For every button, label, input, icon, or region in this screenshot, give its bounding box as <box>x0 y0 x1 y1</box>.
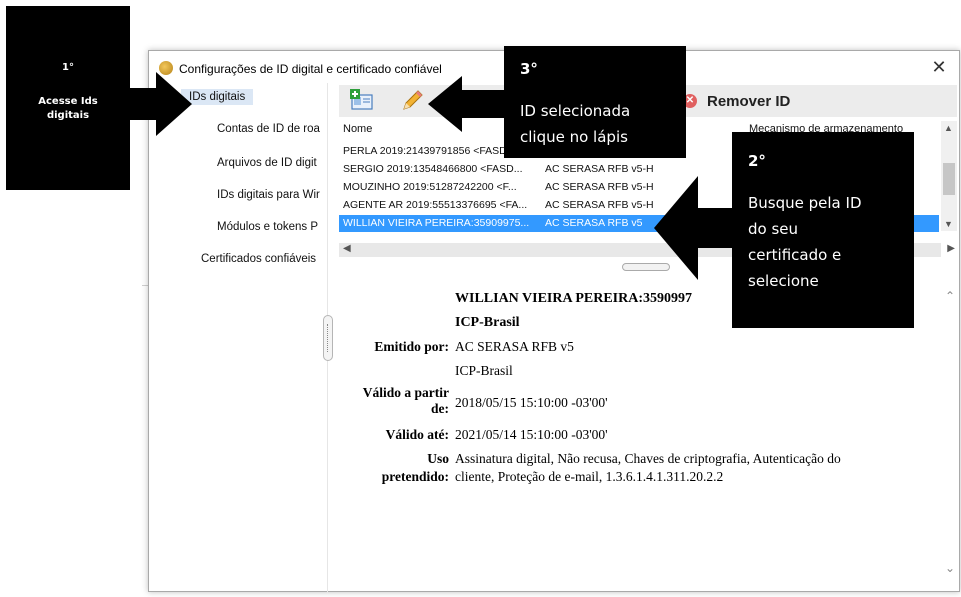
valid-to-label: Válido até: <box>385 427 449 442</box>
remove-id-label: Remover ID <box>707 92 791 110</box>
callout-step-1: 1° Acesse Ids digitais <box>6 6 130 190</box>
step-2-text-2: do seu <box>748 220 799 238</box>
valid-from-label-2: de: <box>431 401 449 416</box>
step-2-text-4: selecione <box>748 272 819 290</box>
step-1-text: Acesse Ids <box>38 96 98 107</box>
row-name: MOUZINHO 2019:51287242200 <F... <box>343 181 517 193</box>
step-2-text-3: certificado e <box>748 246 842 264</box>
usage-label: Uso <box>427 451 449 466</box>
step-3-text: ID selecionada <box>520 102 631 120</box>
nav-item-id-files[interactable]: Arquivos de ID digit <box>217 157 317 169</box>
step-2-text: Busque pela ID <box>748 194 862 212</box>
details-scroll-up-icon[interactable]: ⌃ <box>945 289 955 303</box>
details-scroll-down-icon[interactable]: ⌄ <box>945 561 955 575</box>
step-1-text-2: digitais <box>46 110 90 121</box>
nav-item-pkcs-modules[interactable]: Módulos e tokens P <box>217 221 318 233</box>
row-issuer: AC SERASA RFB v5-H <box>545 181 654 193</box>
usage-value-2: cliente, Proteção de e-mail, 1.3.6.1.4.1… <box>455 469 724 484</box>
row-name: SERGIO 2019:13548466800 <FASD... <box>343 163 523 175</box>
step-3-number: 3° <box>520 60 538 78</box>
usage-label-2: pretendido: <box>381 469 449 484</box>
add-id-icon[interactable] <box>349 88 375 114</box>
valid-to-value: 2021/05/14 15:10:00 -03'00' <box>455 427 608 442</box>
dialog-title: Configurações de ID digital e certificad… <box>179 62 442 76</box>
step-3-text-2: clique no lápis <box>520 128 628 146</box>
remove-id-button[interactable]: ✕ Remover ID <box>683 90 790 112</box>
row-issuer: AC SERASA RFB v5 <box>545 217 643 229</box>
scroll-right-icon[interactable]: ▶ <box>947 243 955 254</box>
row-name: PERLA 2019:21439791856 <FASD... <box>343 145 516 157</box>
pane-splitter[interactable] <box>323 315 333 361</box>
row-name: AGENTE AR 2019:55513376695 <FA... <box>343 199 528 211</box>
settings-nav: IDs digitais Contas de ID de roa Arquivo… <box>149 83 325 593</box>
arrow-step-1 <box>128 72 192 136</box>
nav-item-trusted-certificates[interactable]: Certificados confiáveis <box>201 253 316 265</box>
issued-by-org: ICP-Brasil <box>455 363 513 378</box>
valid-from-value: 2018/05/15 15:10:00 -03'00' <box>455 395 608 410</box>
column-name[interactable]: Nome <box>343 123 372 135</box>
row-name: WILLIAN VIEIRA PEREIRA:35909975... <box>343 217 530 229</box>
nav-item-roaming-accounts[interactable]: Contas de ID de roa <box>217 123 320 135</box>
close-icon[interactable]: ✕ <box>929 57 949 77</box>
issued-by-value: AC SERASA RFB v5 <box>455 339 574 354</box>
row-issuer: AC SERASA RFB v5-H <box>545 163 654 175</box>
scroll-left-icon[interactable]: ◀ <box>343 243 351 254</box>
arrow-step-2 <box>654 176 734 280</box>
arrow-step-3 <box>428 76 506 132</box>
issued-by-label: Emitido por: <box>374 339 449 354</box>
callout-step-3: 3° ID selecionada clique no lápis <box>504 46 686 158</box>
scroll-down-icon[interactable]: ▼ <box>944 219 953 229</box>
scroll-thumb[interactable] <box>943 163 955 195</box>
step-2-number: 2° <box>748 152 766 170</box>
scroll-up-icon[interactable]: ▲ <box>944 123 953 133</box>
cert-subject-name: WILLIAN VIEIRA PEREIRA:3590997 <box>455 291 693 306</box>
list-vertical-scrollbar[interactable]: ▲ ▼ <box>941 121 957 231</box>
cert-subject-org: ICP-Brasil <box>455 315 520 330</box>
callout-step-2: 2° Busque pela ID do seu certificado e s… <box>732 132 914 328</box>
row-issuer: AC SERASA RFB v5-H <box>545 199 654 211</box>
nav-item-windows-ids[interactable]: IDs digitais para Wir <box>217 189 320 201</box>
pencil-icon[interactable] <box>399 88 425 114</box>
step-1-number: 1° <box>62 62 74 73</box>
usage-value: Assinatura digital, Não recusa, Chaves d… <box>455 451 841 466</box>
valid-from-label: Válido a partir <box>362 385 449 400</box>
